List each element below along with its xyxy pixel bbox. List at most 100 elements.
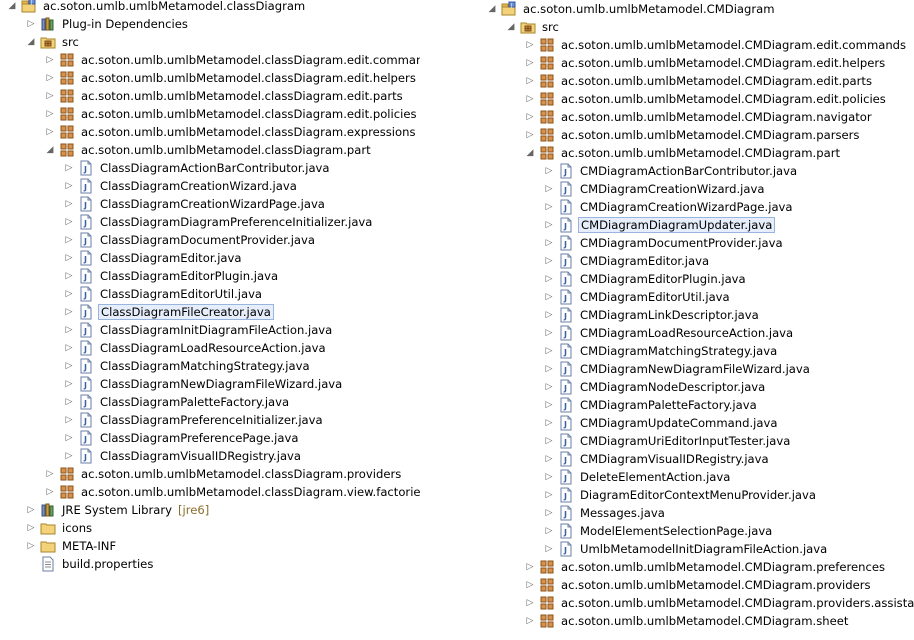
expand-twisty-collapsed-icon[interactable]: ▷ [63, 447, 75, 465]
expand-twisty-collapsed-icon[interactable]: ▷ [543, 252, 555, 270]
tree-item-cmdiagrameditor-java[interactable]: ▷ J CMDiagramEditor.java [543, 252, 711, 270]
tree-item-cmdiagrameditorutil-java[interactable]: ▷ J CMDiagramEditorUtil.java [543, 288, 732, 306]
tree-item-ac-soton-umlb-umlbmetamodel-cmdiagram[interactable]: ◢ Jac.soton.umlb.umlbMetamodel.CMDiagram [486, 0, 777, 18]
tree-item-classdiagramdocumentprovider-java[interactable]: ▷ J ClassDiagramDocumentProvider.java [63, 231, 317, 249]
tree-item-umlbmetamodelinitdiagramfileaction-java[interactable]: ▷ J UmlbMetamodelInitDiagramFileAction.jav… [543, 540, 829, 558]
expand-twisty-collapsed-icon[interactable]: ▷ [63, 429, 75, 447]
expand-twisty-collapsed-icon[interactable]: ▷ [543, 504, 555, 522]
expand-twisty-collapsed-icon[interactable]: ▷ [524, 612, 536, 630]
expand-twisty-collapsed-icon[interactable]: ▷ [543, 522, 555, 540]
tree-item-classdiagrameditor-java[interactable]: ▷ J ClassDiagramEditor.java [63, 249, 244, 267]
tree-item-ac-soton-umlb-umlbmetamodel-cmdiagram-edit-commands[interactable]: ▷ ac.soton.umlb.umlbMetamodel.CMDiagram.e… [524, 36, 908, 54]
tree-item-ac-soton-umlb-umlbmetamodel-cmdiagram-part[interactable]: ◢ ac.soton.umlb.umlbMetamodel.CMDiagram.p… [524, 144, 842, 162]
expand-twisty-collapsed-icon[interactable]: ▷ [543, 180, 555, 198]
tree-item-ac-soton-umlb-umlbmetamodel-classdiagram-part[interactable]: ◢ ac.soton.umlb.umlbMetamodel.classDiagra… [44, 141, 373, 159]
expand-twisty-collapsed-icon[interactable]: ▷ [63, 285, 75, 303]
tree-item-classdiagramcreationwizardpage-java[interactable]: ▷ J ClassDiagramCreationWizardPage.java [63, 195, 327, 213]
expand-twisty-collapsed-icon[interactable]: ▷ [63, 411, 75, 429]
tree-item-diagrameditorcontextmenuprovider-java[interactable]: ▷ J DiagramEditorContextMenuProvider.java [543, 486, 818, 504]
expand-twisty-collapsed-icon[interactable]: ▷ [25, 537, 37, 555]
tree-item-classdiagramdiagrampreferenceinitializer-java[interactable]: ▷ J ClassDiagramDiagramPreferenceInitializ… [63, 213, 374, 231]
tree-item-icons[interactable]: ▷ icons [25, 519, 94, 537]
expand-twisty-collapsed-icon[interactable]: ▷ [44, 465, 56, 483]
tree-item-cmdiagramlinkdescriptor-java[interactable]: ▷ J CMDiagramLinkDescriptor.java [543, 306, 761, 324]
expand-twisty-collapsed-icon[interactable]: ▷ [543, 486, 555, 504]
tree-item-classdiagramcreationwizard-java[interactable]: ▷ J ClassDiagramCreationWizard.java [63, 177, 299, 195]
tree-item-ac-soton-umlb-umlbmetamodel-cmdiagram-providers[interactable]: ▷ ac.soton.umlb.umlbMetamodel.CMDiagram.p… [524, 576, 873, 594]
tree-item-cmdiagrameditorplugin-java[interactable]: ▷ J CMDiagramEditorPlugin.java [543, 270, 748, 288]
expand-twisty-expanded-icon[interactable]: ◢ [505, 18, 517, 36]
expand-twisty-expanded-icon[interactable]: ◢ [25, 33, 37, 51]
tree-item-classdiagrampalettefactory-java[interactable]: ▷ J ClassDiagramPaletteFactory.java [63, 393, 291, 411]
expand-twisty-collapsed-icon[interactable]: ▷ [524, 576, 536, 594]
expand-twisty-collapsed-icon[interactable]: ▷ [543, 414, 555, 432]
tree-item-classdiagrameditorutil-java[interactable]: ▷ J ClassDiagramEditorUtil.java [63, 285, 264, 303]
tree-item-build-properties[interactable]: build.properties [25, 555, 155, 573]
expand-twisty-collapsed-icon[interactable]: ▷ [524, 54, 536, 72]
expand-twisty-collapsed-icon[interactable]: ▷ [524, 558, 536, 576]
tree-item-classdiagrampreferenceinitializer-java[interactable]: ▷ J ClassDiagramPreferenceInitializer.java [63, 411, 325, 429]
expand-twisty-collapsed-icon[interactable]: ▷ [543, 270, 555, 288]
expand-twisty-collapsed-icon[interactable]: ▷ [63, 231, 75, 249]
expand-twisty-collapsed-icon[interactable]: ▷ [543, 396, 555, 414]
tree-item-classdiagrampreferencepage-java[interactable]: ▷ J ClassDiagramPreferencePage.java [63, 429, 300, 447]
tree-item-classdiagramloadresourceaction-java[interactable]: ▷ J ClassDiagramLoadResourceAction.java [63, 339, 328, 357]
expand-twisty-collapsed-icon[interactable]: ▷ [543, 288, 555, 306]
expand-twisty-collapsed-icon[interactable]: ▷ [63, 393, 75, 411]
tree-item-cmdiagramcreationwizard-java[interactable]: ▷ J CMDiagramCreationWizard.java [543, 180, 766, 198]
tree-item-cmdiagrammatchingstrategy-java[interactable]: ▷ J CMDiagramMatchingStrategy.java [543, 342, 779, 360]
tree-item-ac-soton-umlb-umlbmetamodel-cmdiagram-preferences[interactable]: ▷ ac.soton.umlb.umlbMetamodel.CMDiagram.p… [524, 558, 887, 576]
expand-twisty-expanded-icon[interactable]: ◢ [524, 144, 536, 162]
tree-item-classdiagrammatchingstrategy-java[interactable]: ▷ J ClassDiagramMatchingStrategy.java [63, 357, 312, 375]
tree-item-modelelementselectionpage-java[interactable]: ▷ J ModelElementSelectionPage.java [543, 522, 774, 540]
tree-item-plug-in-dependencies[interactable]: ▷ Plug-in Dependencies [25, 15, 190, 33]
expand-twisty-collapsed-icon[interactable]: ▷ [543, 342, 555, 360]
expand-twisty-collapsed-icon[interactable]: ▷ [44, 69, 56, 87]
expand-twisty-collapsed-icon[interactable]: ▷ [543, 540, 555, 558]
expand-twisty-collapsed-icon[interactable]: ▷ [543, 450, 555, 468]
expand-twisty-expanded-icon[interactable]: ◢ [486, 0, 498, 18]
expand-twisty-collapsed-icon[interactable]: ▷ [44, 105, 56, 123]
expand-twisty-collapsed-icon[interactable]: ▷ [543, 162, 555, 180]
tree-item-cmdiagramloadresourceaction-java[interactable]: ▷ J CMDiagramLoadResourceAction.java [543, 324, 795, 342]
tree-item-classdiagrameditorplugin-java[interactable]: ▷ J ClassDiagramEditorPlugin.java [63, 267, 280, 285]
expand-twisty-collapsed-icon[interactable]: ▷ [63, 321, 75, 339]
expand-twisty-collapsed-icon[interactable]: ▷ [543, 378, 555, 396]
expand-twisty-collapsed-icon[interactable]: ▷ [524, 36, 536, 54]
tree-item-ac-soton-umlb-umlbmetamodel-cmdiagram-edit-helpers[interactable]: ▷ ac.soton.umlb.umlbMetamodel.CMDiagram.e… [524, 54, 887, 72]
expand-twisty-collapsed-icon[interactable]: ▷ [44, 483, 56, 501]
expand-twisty-collapsed-icon[interactable]: ▷ [543, 468, 555, 486]
expand-twisty-collapsed-icon[interactable]: ▷ [543, 234, 555, 252]
expand-twisty-collapsed-icon[interactable]: ▷ [63, 375, 75, 393]
tree-item-ac-soton-umlb-umlbmetamodel-classdiagram-edit-commands[interactable]: ▷ ac.soton.umlb.umlbMetamodel.classDiagra… [44, 51, 420, 69]
tree-item-src[interactable]: ◢ src [505, 18, 561, 36]
expand-twisty-collapsed-icon[interactable]: ▷ [543, 198, 555, 216]
expand-twisty-collapsed-icon[interactable]: ▷ [524, 126, 536, 144]
tree-item-ac-soton-umlb-umlbmetamodel-cmdiagram-edit-policies[interactable]: ▷ ac.soton.umlb.umlbMetamodel.CMDiagram.e… [524, 90, 888, 108]
tree-item-meta-inf[interactable]: ▷ META-INF [25, 537, 118, 555]
expand-twisty-collapsed-icon[interactable]: ▷ [524, 108, 536, 126]
tree-item-ac-soton-umlb-umlbmetamodel-cmdiagram-navigator[interactable]: ▷ ac.soton.umlb.umlbMetamodel.CMDiagram.n… [524, 108, 874, 126]
tree-item-messages-java[interactable]: ▷ J Messages.java [543, 504, 667, 522]
tree-item-cmdiagramnodedescriptor-java[interactable]: ▷ J CMDiagramNodeDescriptor.java [543, 378, 767, 396]
tree-item-ac-soton-umlb-umlbmetamodel-classdiagram[interactable]: ◢ Jac.soton.umlb.umlbMetamodel.classDiagr… [6, 0, 307, 15]
tree-item-cmdiagramurieditorinputtester-java[interactable]: ▷ J CMDiagramUriEditorInputTester.java [543, 432, 792, 450]
expand-twisty-collapsed-icon[interactable]: ▷ [63, 159, 75, 177]
tree-item-jre-system-library[interactable]: ▷ JRE System Library [jre6] [25, 501, 210, 519]
tree-item-classdiagramnewdiagramfilewizard-java[interactable]: ▷ J ClassDiagramNewDiagramFileWizard.java [63, 375, 344, 393]
expand-twisty-collapsed-icon[interactable]: ▷ [543, 432, 555, 450]
expand-twisty-collapsed-icon[interactable]: ▷ [543, 306, 555, 324]
tree-item-cmdiagramdocumentprovider-java[interactable]: ▷ J CMDiagramDocumentProvider.java [543, 234, 785, 252]
expand-twisty-collapsed-icon[interactable]: ▷ [63, 357, 75, 375]
expand-twisty-collapsed-icon[interactable]: ▷ [44, 123, 56, 141]
tree-item-cmdiagramactionbarcontributor-java[interactable]: ▷ J CMDiagramActionBarContributor.java [543, 162, 799, 180]
expand-twisty-collapsed-icon[interactable]: ▷ [25, 501, 37, 519]
tree-item-cmdiagramvisualidregistry-java[interactable]: ▷ J CMDiagramVisualIDRegistry.java [543, 450, 771, 468]
expand-twisty-collapsed-icon[interactable]: ▷ [44, 87, 56, 105]
expand-twisty-collapsed-icon[interactable]: ▷ [63, 303, 75, 321]
tree-item-ac-soton-umlb-umlbmetamodel-classdiagram-edit-parts[interactable]: ▷ ac.soton.umlb.umlbMetamodel.classDiagra… [44, 87, 405, 105]
tree-item-ac-soton-umlb-umlbmetamodel-cmdiagram-parsers[interactable]: ▷ ac.soton.umlb.umlbMetamodel.CMDiagram.p… [524, 126, 861, 144]
expand-twisty-collapsed-icon[interactable]: ▷ [524, 90, 536, 108]
expand-twisty-collapsed-icon[interactable]: ▷ [543, 324, 555, 342]
tree-item-ac-soton-umlb-umlbmetamodel-cmdiagram-providers-assistants[interactable]: ▷ ac.soton.umlb.umlbMetamodel.CMDiagram.p… [524, 594, 914, 612]
